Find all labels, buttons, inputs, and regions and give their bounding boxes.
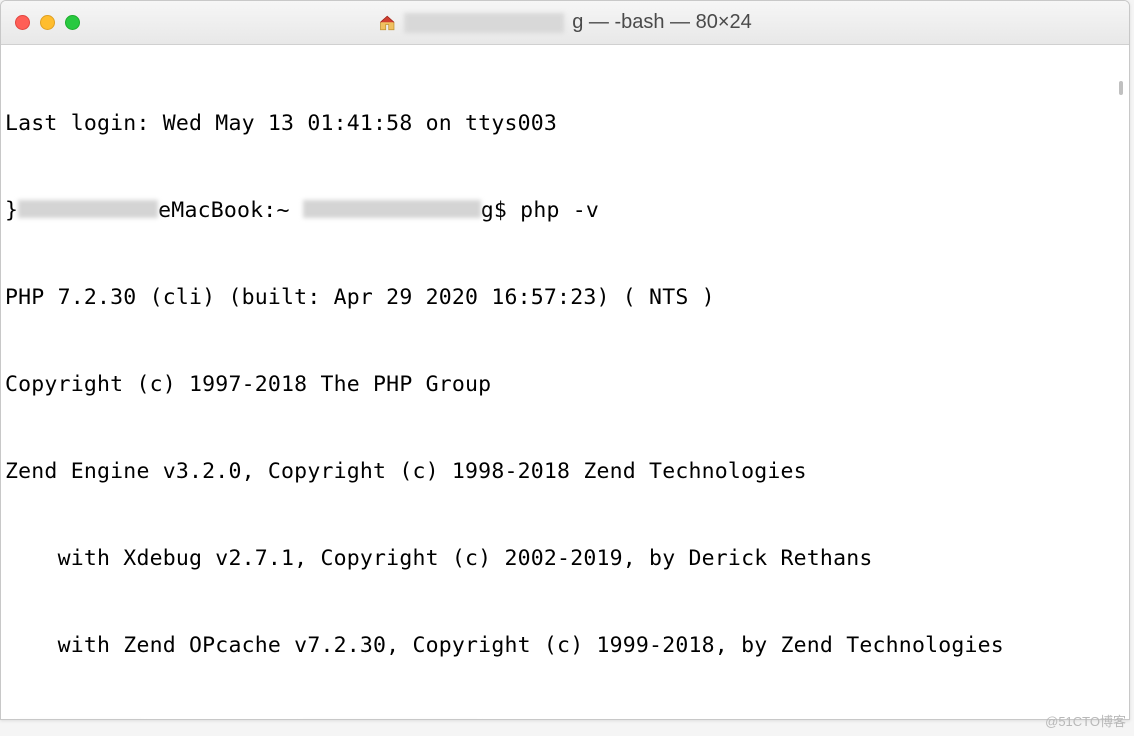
traffic-lights <box>1 15 80 30</box>
terminal-window: g — -bash — 80×24 Last login: Wed May 13… <box>0 0 1130 720</box>
terminal-line-prompt2: }deMacBook:~ g$ <box>5 718 1125 720</box>
maximize-button[interactable] <box>65 15 80 30</box>
terminal-line-prompt1: }eMacBook:~ g$ php -v <box>5 196 1125 225</box>
terminal-line-login: Last login: Wed May 13 01:41:58 on ttys0… <box>5 109 1125 138</box>
terminal-line-xdebug: with Xdebug v2.7.1, Copyright (c) 2002-2… <box>5 544 1125 573</box>
terminal-line-opcache: with Zend OPcache v7.2.30, Copyright (c)… <box>5 631 1125 660</box>
redacted-path <box>303 200 481 218</box>
watermark: @51CTO博客 <box>1045 711 1126 730</box>
terminal-body[interactable]: Last login: Wed May 13 01:41:58 on ttys0… <box>1 45 1129 720</box>
cursor <box>520 719 534 720</box>
titlebar[interactable]: g — -bash — 80×24 <box>1 1 1129 45</box>
terminal-line-php: PHP 7.2.30 (cli) (built: Apr 29 2020 16:… <box>5 283 1125 312</box>
window-title: g — -bash — 80×24 <box>378 11 752 34</box>
scrollbar[interactable] <box>1119 81 1123 95</box>
home-icon <box>378 14 396 32</box>
terminal-line-zend: Zend Engine v3.2.0, Copyright (c) 1998-2… <box>5 457 1125 486</box>
terminal-line-copyright: Copyright (c) 1997-2018 The PHP Group <box>5 370 1125 399</box>
title-text: g — -bash — 80×24 <box>572 11 752 34</box>
redacted-user <box>18 200 158 218</box>
minimize-button[interactable] <box>40 15 55 30</box>
redacted-title-part <box>404 13 564 33</box>
close-button[interactable] <box>15 15 30 30</box>
